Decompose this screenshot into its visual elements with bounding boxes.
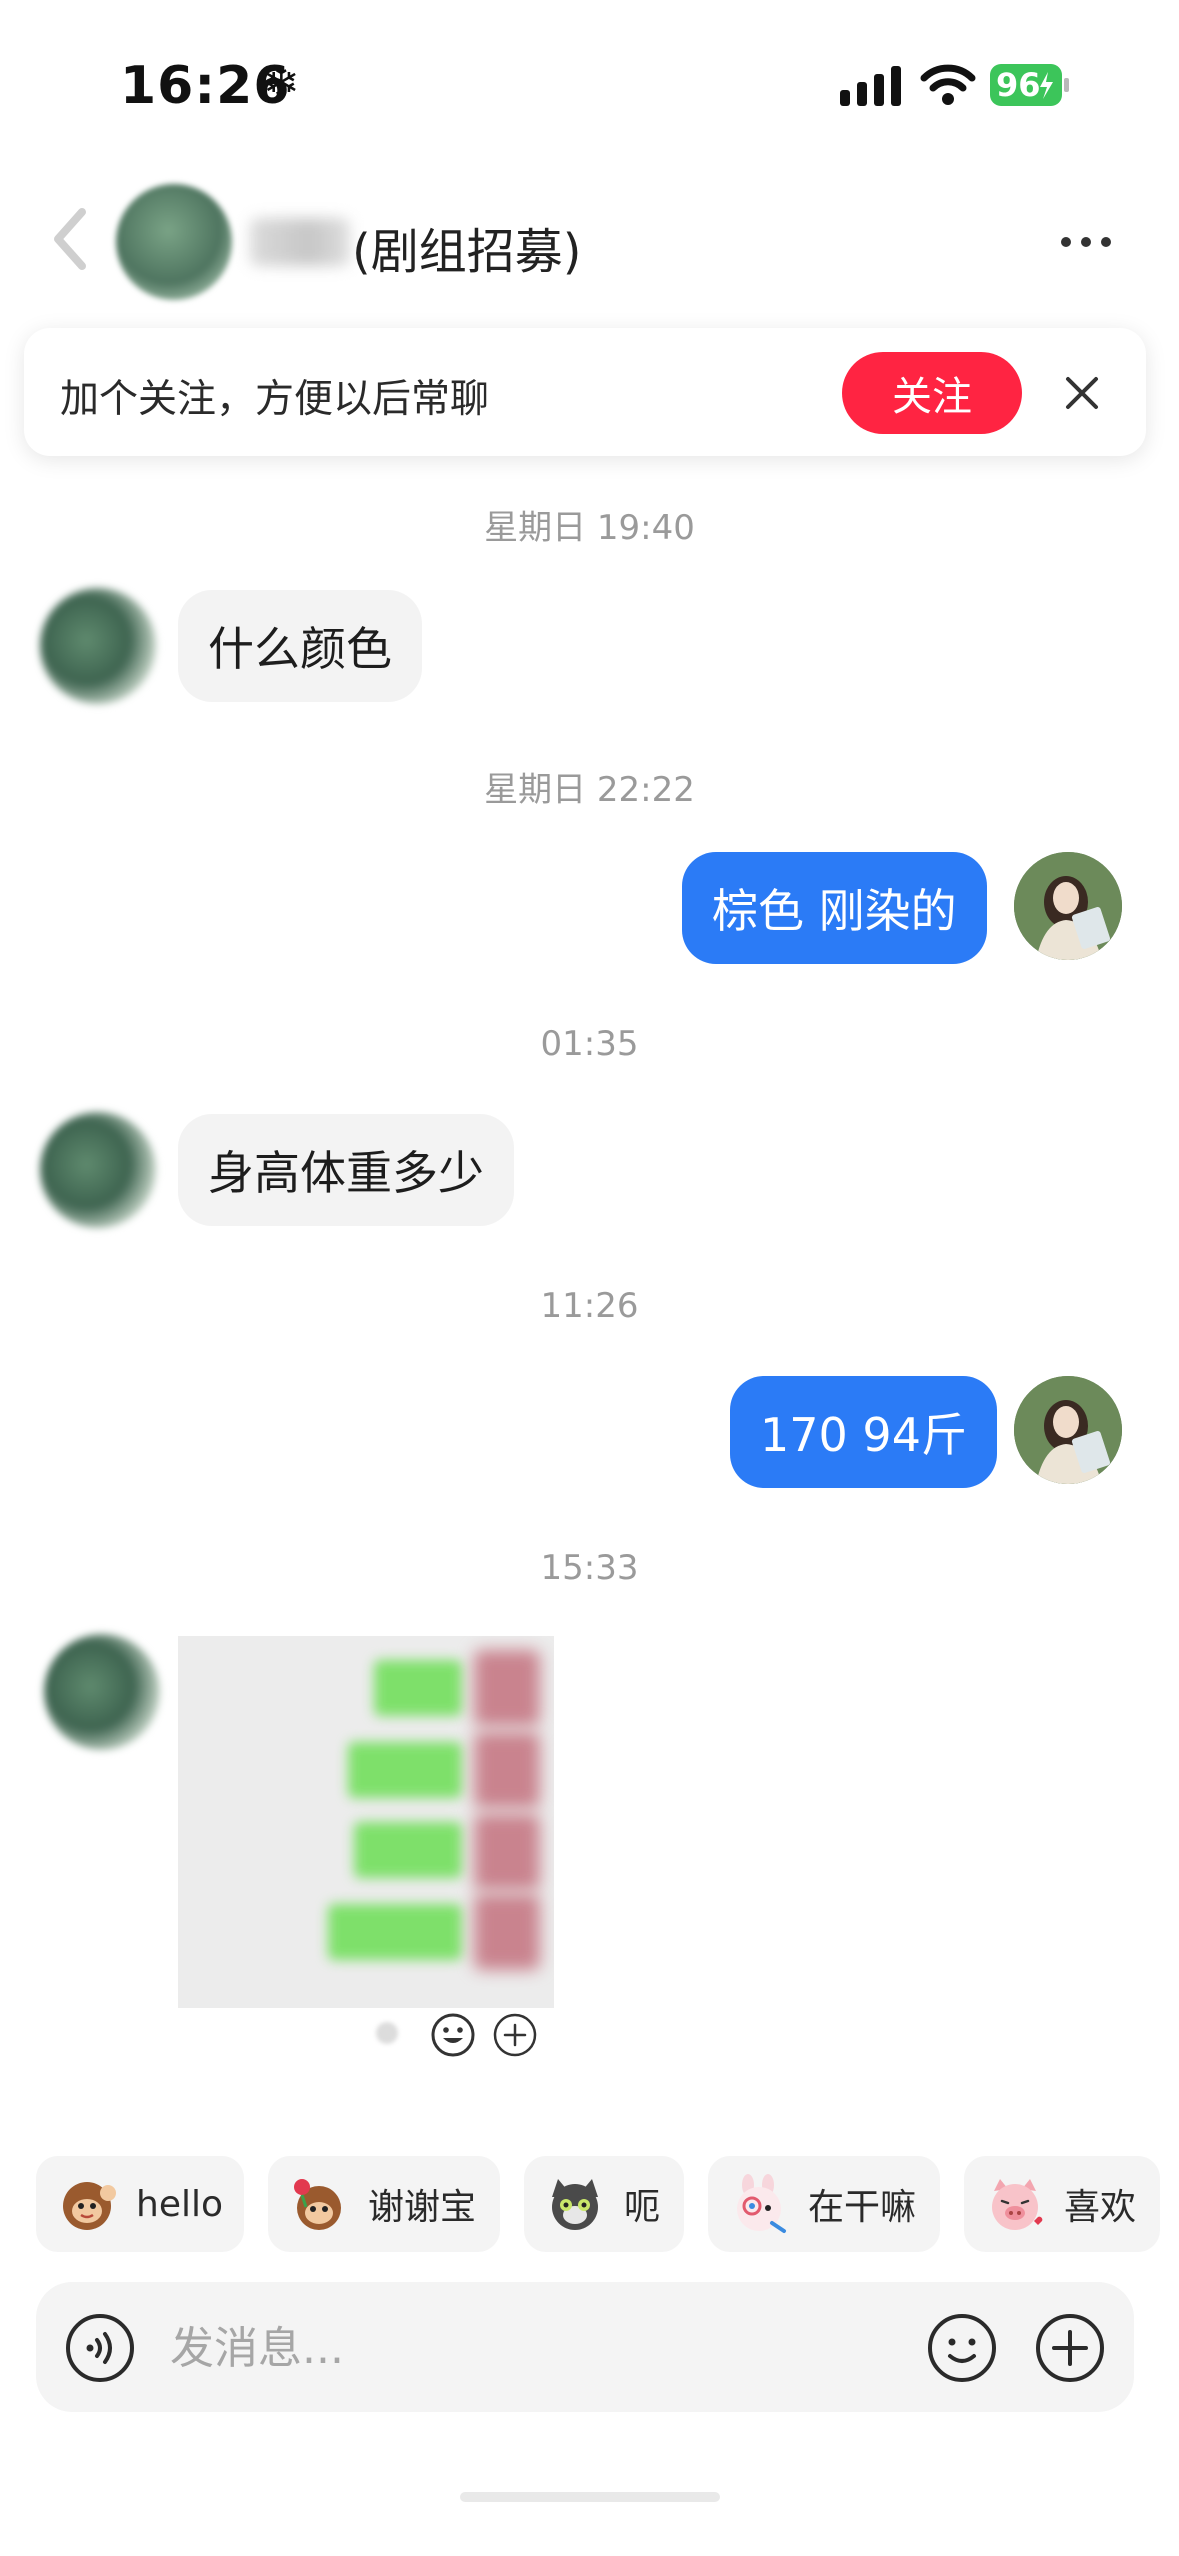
message-timestamp: 15:33 [540, 1548, 639, 1588]
quick-reply-label: 在干嘛 [808, 2187, 917, 2228]
incoming-image-message[interactable] [178, 1636, 554, 2068]
cat-awkward-sticker-icon [552, 2179, 598, 2230]
message-timestamp: 11:26 [540, 1286, 639, 1326]
my-avatar[interactable] [1014, 852, 1122, 960]
quick-reply-chip[interactable]: 在干嘛 [708, 2156, 940, 2252]
follow-banner-text: 加个关注，方便以后常聊 [60, 377, 490, 422]
quick-reply-chip[interactable]: 喜欢 [964, 2156, 1160, 2252]
outgoing-message[interactable]: 170 94斤 [730, 1376, 997, 1488]
home-indicator [460, 2492, 720, 2502]
quick-reply-chip[interactable]: 谢谢宝 [268, 2156, 500, 2252]
battery-icon: 96 [990, 64, 1070, 106]
emoji-picker-icon[interactable] [926, 2312, 998, 2384]
snowflake-icon: ❄ [263, 58, 300, 109]
cellular-signal-icon [840, 66, 901, 106]
quick-reply-chip[interactable]: hello [36, 2156, 244, 2252]
peer-name[interactable]: (剧组招募) [352, 212, 581, 282]
peer-avatar[interactable] [44, 1634, 160, 1750]
quick-reply-label: 谢谢宝 [368, 2187, 477, 2228]
message-text: 棕色 刚染的 [712, 884, 957, 938]
peer-name-redacted [250, 218, 350, 266]
read-indicator [376, 2022, 398, 2044]
quick-reply-label: 喜欢 [1064, 2187, 1137, 2228]
incoming-message[interactable]: 身高体重多少 [178, 1114, 514, 1226]
rabbit-peek-sticker-icon [737, 2174, 786, 2233]
back-arrow-icon[interactable] [48, 204, 92, 274]
message-text: 身高体重多少 [208, 1146, 484, 1200]
more-options-icon[interactable] [1058, 230, 1114, 254]
voice-input-icon[interactable] [64, 2312, 136, 2384]
follow-button[interactable]: 关注 [842, 352, 1022, 434]
close-icon[interactable] [1062, 373, 1102, 413]
add-reaction-emoji-icon[interactable] [430, 2012, 476, 2058]
message-text: 170 94斤 [760, 1408, 967, 1462]
quick-reply-chip[interactable]: 呃 [524, 2156, 684, 2252]
pig-love-sticker-icon [992, 2179, 1043, 2230]
message-timestamp: 01:35 [540, 1024, 639, 1064]
outgoing-message[interactable]: 棕色 刚染的 [682, 852, 987, 964]
message-timestamp: 星期日 22:22 [484, 770, 695, 810]
message-input[interactable] [170, 2316, 890, 2380]
peer-avatar[interactable] [116, 184, 232, 300]
my-avatar[interactable] [1014, 1376, 1122, 1484]
battery-level: 96 [996, 66, 1041, 104]
wifi-icon [920, 64, 976, 105]
message-timestamp: 星期日 19:40 [484, 508, 695, 548]
monkey-wave-sticker-icon [63, 2182, 116, 2230]
peer-avatar[interactable] [40, 588, 156, 704]
message-text: 什么颜色 [208, 622, 392, 676]
monkey-flower-sticker-icon [294, 2179, 341, 2230]
quick-reply-label: 呃 [624, 2187, 661, 2228]
incoming-message[interactable]: 什么颜色 [178, 590, 422, 702]
quick-reply-label: hello [136, 2183, 223, 2225]
more-actions-plus-icon[interactable] [1034, 2312, 1106, 2384]
add-reaction-plus-icon[interactable] [492, 2012, 538, 2058]
peer-avatar[interactable] [40, 1112, 156, 1228]
